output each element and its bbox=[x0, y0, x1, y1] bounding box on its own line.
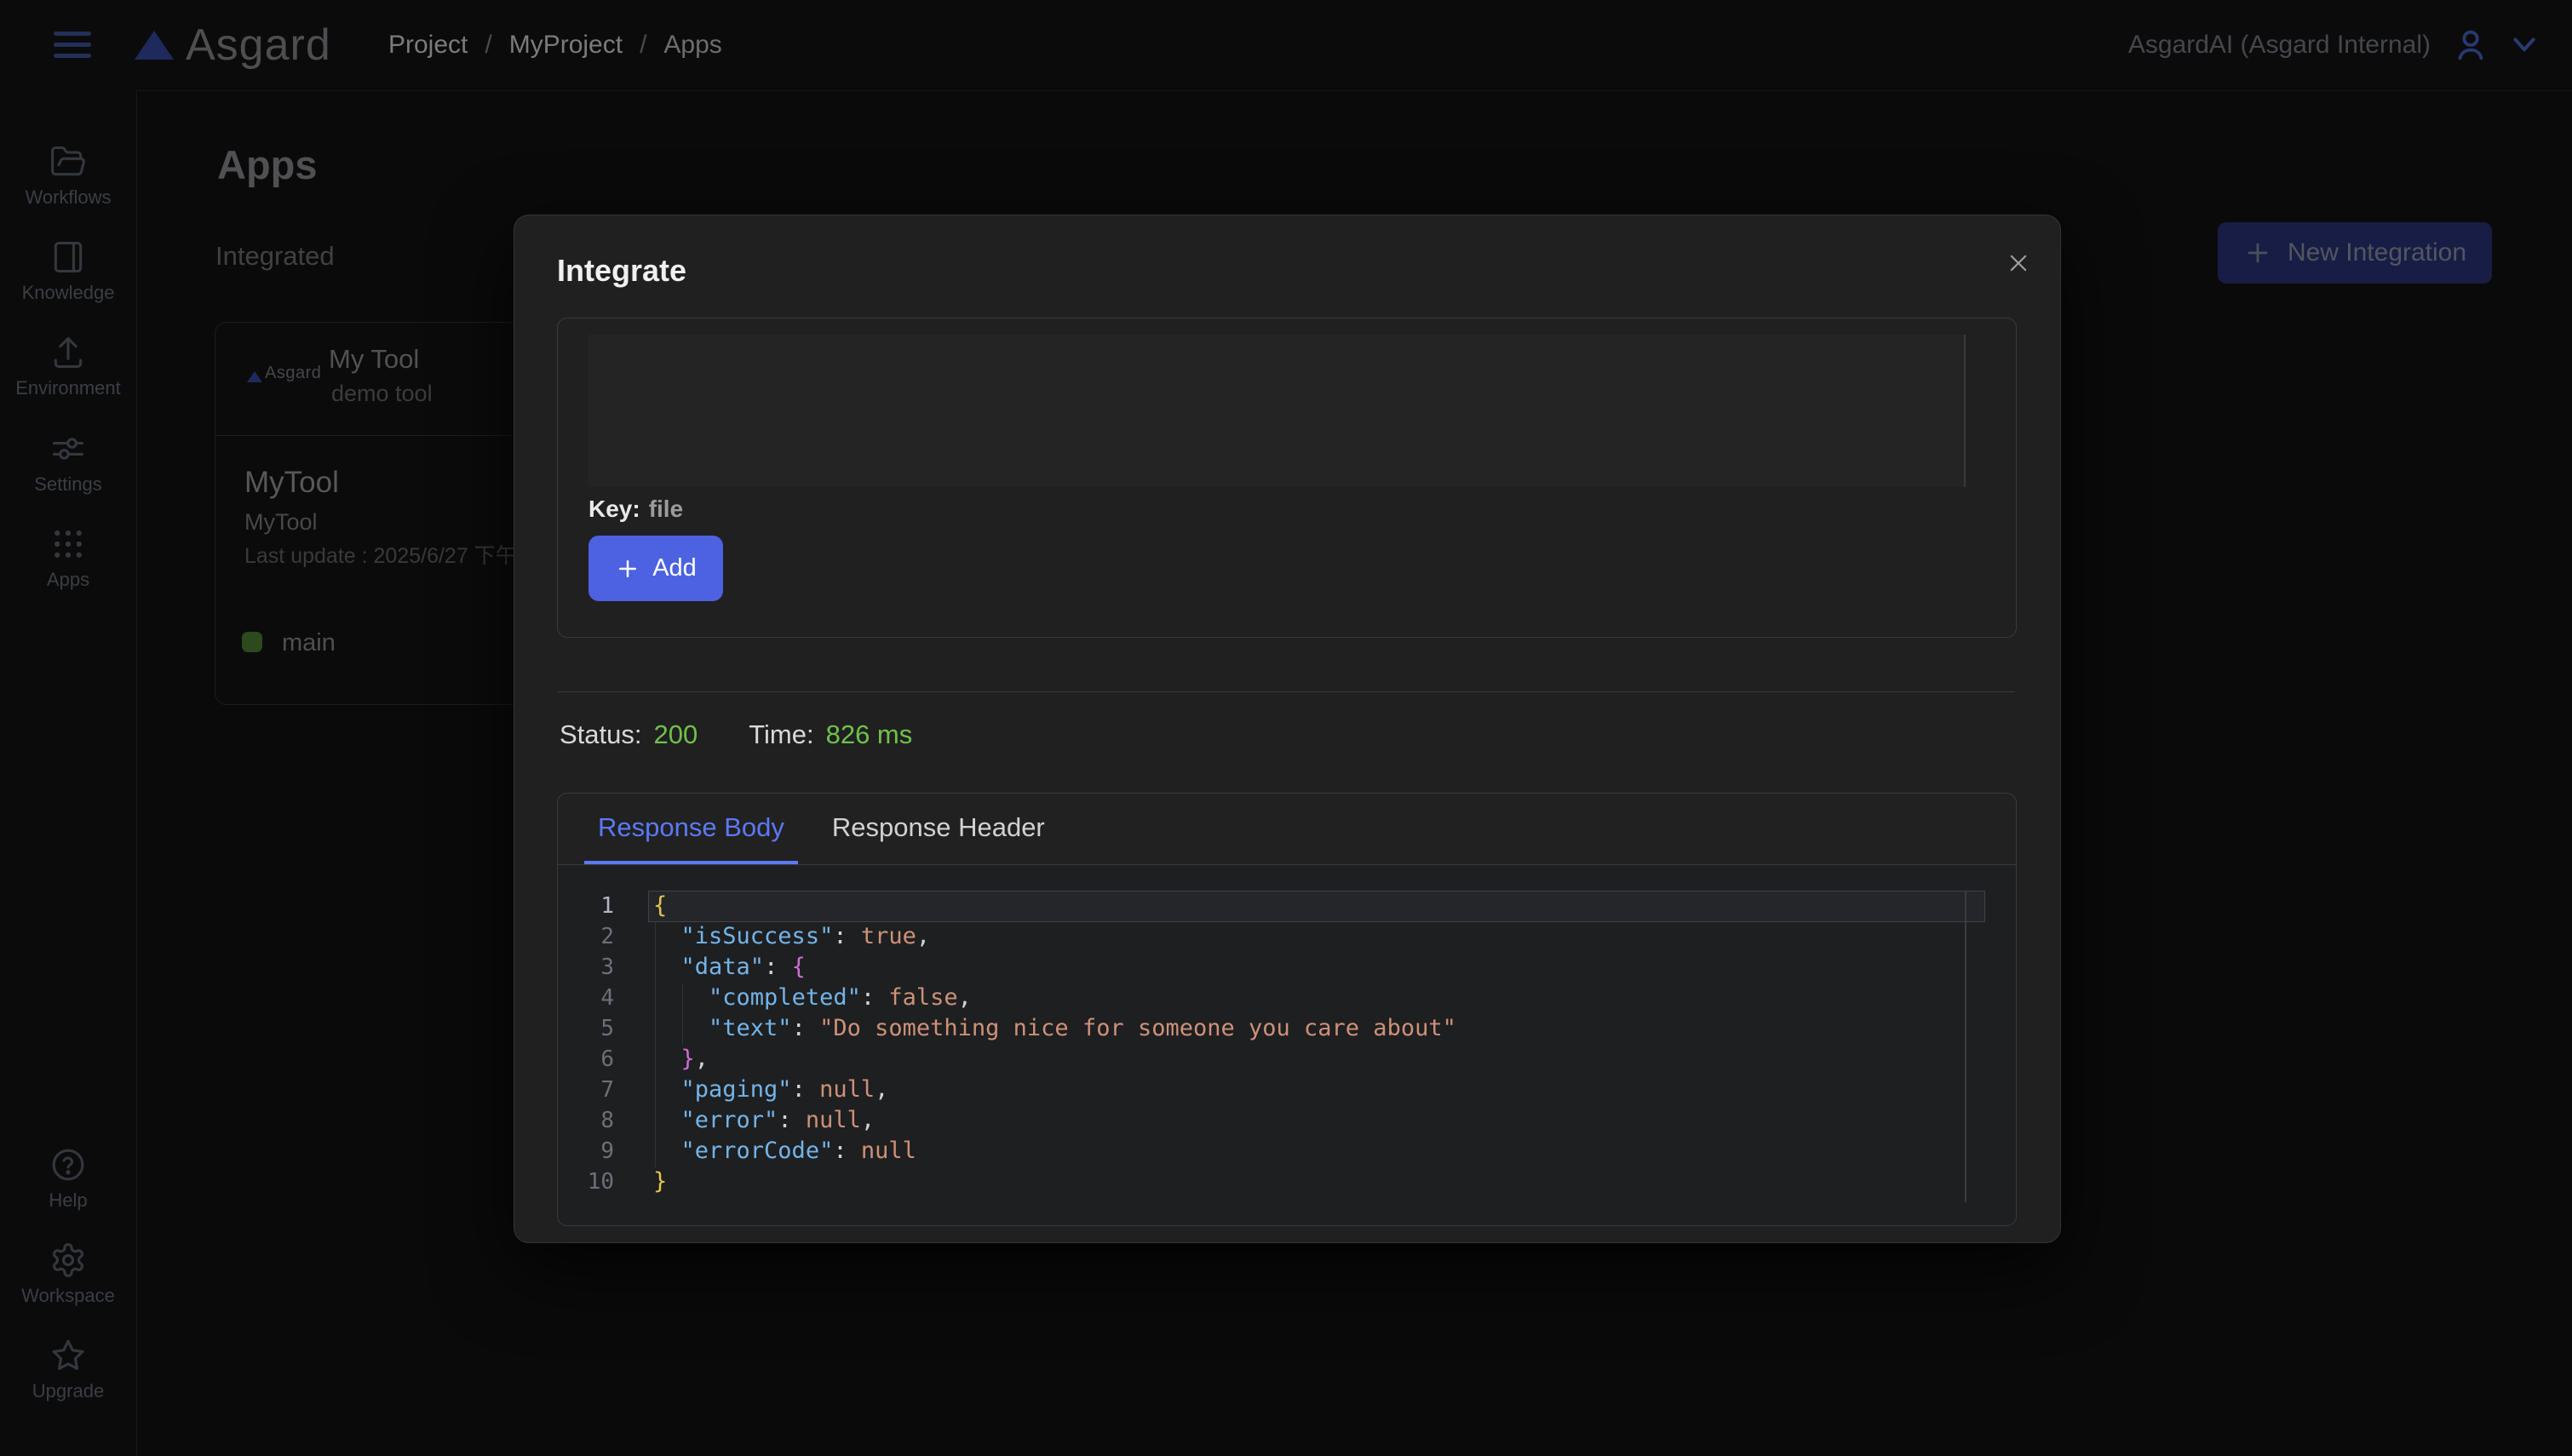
integrate-modal: Integrate Key: file Add Status: 200 Time:… bbox=[514, 215, 2061, 1243]
branch-label: main bbox=[282, 629, 336, 657]
top-bar: Asgard Project / MyProject / Apps Asgard… bbox=[0, 0, 2572, 91]
tab-response-body[interactable]: Response Body bbox=[584, 794, 798, 864]
code-gutter: 12345678910 bbox=[558, 891, 614, 1197]
code-line: "text": "Do something nice for someone y… bbox=[653, 1013, 1456, 1044]
key-label: Key: bbox=[588, 496, 640, 522]
branch-status-dot bbox=[242, 632, 262, 652]
file-input-area[interactable] bbox=[588, 335, 1966, 487]
line-number: 4 bbox=[558, 983, 614, 1013]
status-label: Status: bbox=[560, 719, 642, 750]
sliders-icon bbox=[49, 430, 87, 467]
sidebar-item-label: Knowledge bbox=[22, 282, 115, 304]
asgard-mini-logo-icon bbox=[247, 371, 262, 382]
close-icon[interactable] bbox=[2000, 244, 2037, 282]
grid-icon bbox=[49, 525, 87, 563]
response-body-editor[interactable]: 12345678910 { "isSuccess": true, "data":… bbox=[558, 866, 2016, 1225]
sidebar-item-label: Upgrade bbox=[32, 1380, 104, 1402]
sidebar-item-knowledge[interactable]: Knowledge bbox=[0, 238, 136, 304]
new-integration-button[interactable]: New Integration bbox=[2218, 222, 2492, 284]
code-line: }, bbox=[653, 1044, 1456, 1075]
sidebar-item-label: Help bbox=[49, 1189, 87, 1212]
time-label: Time: bbox=[749, 719, 813, 750]
response-tabs: Response Body Response Header bbox=[558, 794, 2016, 865]
line-number: 6 bbox=[558, 1044, 614, 1075]
gear-icon bbox=[49, 1241, 87, 1279]
section-title: Integrated bbox=[215, 241, 335, 272]
app-title: MyTool bbox=[244, 466, 339, 500]
line-number: 7 bbox=[558, 1075, 614, 1105]
tab-response-header[interactable]: Response Header bbox=[818, 794, 1059, 864]
sidebar-item-label: Settings bbox=[34, 473, 102, 496]
sidebar: Workflows Knowledge Environment Settings bbox=[0, 90, 137, 1456]
folder-icon bbox=[49, 143, 87, 181]
line-number: 3 bbox=[558, 952, 614, 983]
book-icon bbox=[49, 238, 87, 276]
key-value: file bbox=[649, 496, 683, 522]
plus-icon bbox=[615, 556, 640, 582]
asgard-logo-icon bbox=[135, 31, 174, 60]
code-line: "completed": false, bbox=[653, 983, 1456, 1013]
code-line: "error": null, bbox=[653, 1105, 1456, 1136]
sidebar-item-upgrade[interactable]: Upgrade bbox=[0, 1337, 136, 1402]
sidebar-item-settings[interactable]: Settings bbox=[0, 430, 136, 496]
sidebar-item-label: Environment bbox=[15, 377, 121, 399]
code-line: "data": { bbox=[653, 952, 1456, 983]
key-row: Key: file bbox=[588, 496, 683, 523]
hamburger-menu-icon[interactable] bbox=[53, 28, 92, 62]
plus-icon bbox=[2243, 238, 2272, 267]
sidebar-item-help[interactable]: Help bbox=[0, 1146, 136, 1212]
modal-divider bbox=[557, 691, 2015, 692]
app-last-update: Last update : 2025/6/27 下午4 bbox=[244, 539, 529, 570]
line-number: 2 bbox=[558, 921, 614, 952]
code-line: "errorCode": null bbox=[653, 1136, 1456, 1167]
breadcrumb-project[interactable]: Project bbox=[388, 31, 468, 60]
user-menu[interactable]: AsgardAI (Asgard Internal) bbox=[2128, 0, 2538, 90]
sidebar-item-label: Workspace bbox=[21, 1285, 115, 1307]
breadcrumb-separator: / bbox=[485, 31, 491, 60]
code-line: { bbox=[653, 891, 1456, 921]
line-number: 8 bbox=[558, 1105, 614, 1136]
code-lines: { "isSuccess": true, "data": { "complete… bbox=[653, 891, 1456, 1197]
line-number: 9 bbox=[558, 1136, 614, 1167]
new-integration-label: New Integration bbox=[2288, 238, 2466, 267]
sidebar-item-workflows[interactable]: Workflows bbox=[0, 143, 136, 209]
user-avatar-icon bbox=[2451, 26, 2490, 65]
app-logo-text: Asgard bbox=[186, 21, 331, 69]
star-icon bbox=[49, 1337, 87, 1374]
status-value: 200 bbox=[654, 719, 698, 750]
line-number: 1 bbox=[558, 891, 614, 921]
line-number: 10 bbox=[558, 1167, 614, 1197]
breadcrumb-separator: / bbox=[640, 31, 646, 60]
user-account-label: AsgardAI (Asgard Internal) bbox=[2128, 31, 2431, 60]
sidebar-item-label: Workflows bbox=[25, 186, 111, 209]
app-subtitle: MyTool bbox=[244, 509, 318, 536]
request-body-panel: Key: file Add bbox=[557, 318, 2017, 638]
sidebar-item-label: Apps bbox=[47, 569, 89, 591]
response-panel: Response Body Response Header 1234567891… bbox=[557, 793, 2017, 1226]
editor-scrollbar[interactable] bbox=[1965, 891, 1966, 1202]
time-value: 826 ms bbox=[826, 719, 913, 750]
page-title: Apps bbox=[217, 141, 318, 188]
help-icon bbox=[49, 1146, 87, 1184]
breadcrumb-apps[interactable]: Apps bbox=[663, 31, 721, 60]
add-button[interactable]: Add bbox=[588, 536, 723, 601]
add-button-label: Add bbox=[652, 554, 697, 582]
modal-title: Integrate bbox=[557, 253, 686, 289]
upload-icon bbox=[49, 334, 87, 371]
code-line: } bbox=[653, 1167, 1456, 1197]
integration-subtitle: demo tool bbox=[331, 381, 433, 407]
sidebar-item-environment[interactable]: Environment bbox=[0, 334, 136, 399]
provider-label: Asgard bbox=[265, 364, 321, 383]
integration-title: My Tool bbox=[329, 344, 419, 375]
sidebar-item-apps[interactable]: Apps bbox=[0, 525, 136, 591]
code-line: "paging": null, bbox=[653, 1075, 1456, 1105]
code-line: "isSuccess": true, bbox=[653, 921, 1456, 952]
status-row: Status: 200 Time: 826 ms bbox=[560, 719, 912, 750]
breadcrumb: Project / MyProject / Apps bbox=[388, 31, 722, 60]
breadcrumb-myproject[interactable]: MyProject bbox=[509, 31, 623, 60]
line-number: 5 bbox=[558, 1013, 614, 1044]
chevron-down-icon bbox=[2511, 36, 2538, 54]
sidebar-item-workspace[interactable]: Workspace bbox=[0, 1241, 136, 1307]
